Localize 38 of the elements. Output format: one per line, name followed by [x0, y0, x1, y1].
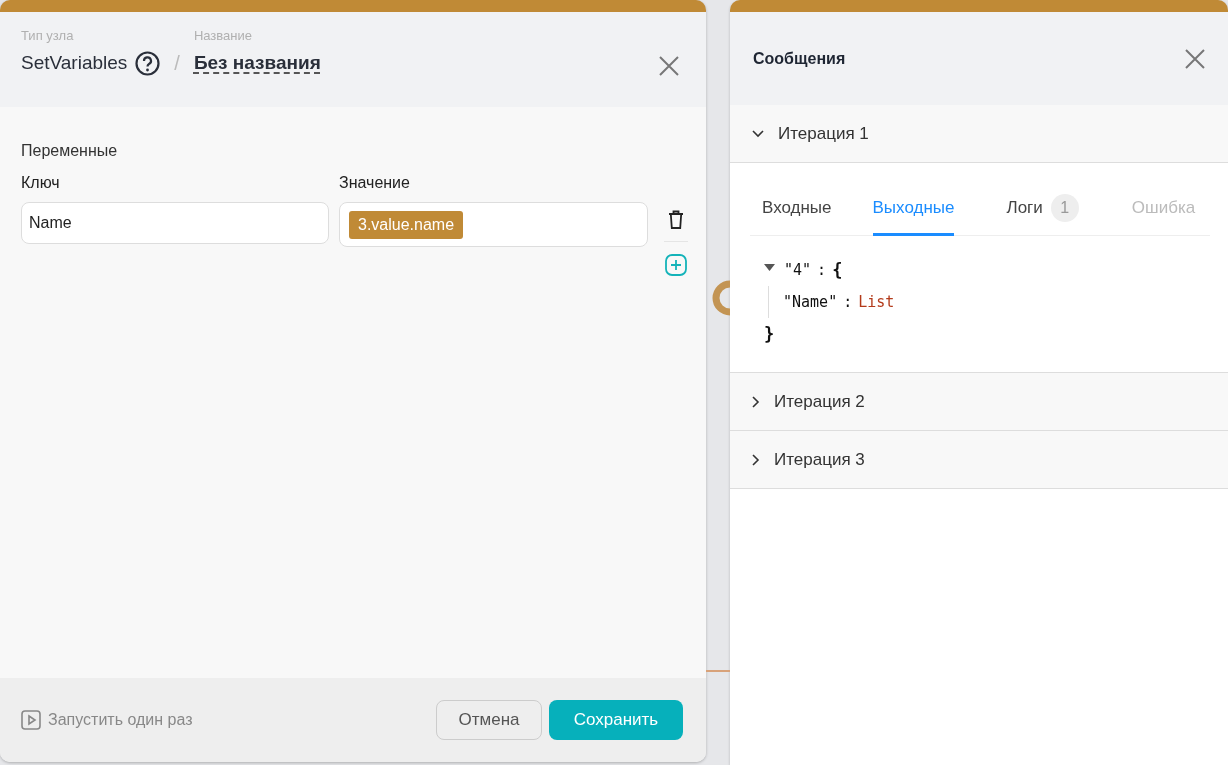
json-brace: {: [832, 260, 843, 280]
chevron-right-icon: [752, 453, 760, 466]
section-title: Переменные: [21, 142, 119, 160]
play-icon: [21, 710, 41, 730]
variable-tag: 3.value.name: [349, 210, 464, 239]
json-key: "Name": [783, 293, 838, 311]
json-brace: }: [764, 324, 775, 344]
help-icon[interactable]: [135, 50, 161, 76]
trash-icon[interactable]: [667, 210, 684, 229]
chevron-down-icon: [752, 129, 764, 138]
iteration-label: Итерация 2: [774, 391, 865, 412]
iteration-label: Итерация 1: [778, 123, 869, 144]
count-badge: 1: [1050, 194, 1079, 222]
name-label: Название: [193, 28, 253, 43]
node-name[interactable]: Без названия: [193, 52, 321, 74]
collapse-triangle-icon[interactable]: [764, 263, 775, 271]
cancel-button[interactable]: Отмена: [436, 700, 542, 740]
iteration-label: Итерация 3: [774, 449, 865, 470]
json-colon: :: [843, 293, 853, 311]
json-colon: :: [817, 261, 827, 279]
tab[interactable]: Входные: [750, 183, 833, 236]
close-icon[interactable]: [658, 55, 680, 77]
breadcrumb-separator: /: [174, 51, 180, 75]
node-type: SetVariables: [21, 52, 128, 74]
column-header: Значение: [339, 174, 411, 192]
json-value: List: [858, 293, 895, 311]
chevron-right-icon: [752, 395, 760, 408]
iteration-header[interactable]: Итерация 1: [730, 105, 1228, 163]
key-field[interactable]: Name: [21, 202, 329, 244]
iteration-header[interactable]: Итерация 2: [730, 373, 1228, 431]
tab[interactable]: Логи 1: [994, 183, 1080, 236]
connector-line: [706, 670, 730, 672]
json-key: "4": [784, 261, 812, 279]
column-header: Ключ: [21, 174, 61, 192]
iteration-header[interactable]: Итерация 3: [730, 431, 1228, 489]
panel-title: Сообщения: [753, 49, 847, 68]
close-icon[interactable]: [1184, 47, 1206, 70]
node-type-label: Тип узла: [21, 28, 75, 43]
